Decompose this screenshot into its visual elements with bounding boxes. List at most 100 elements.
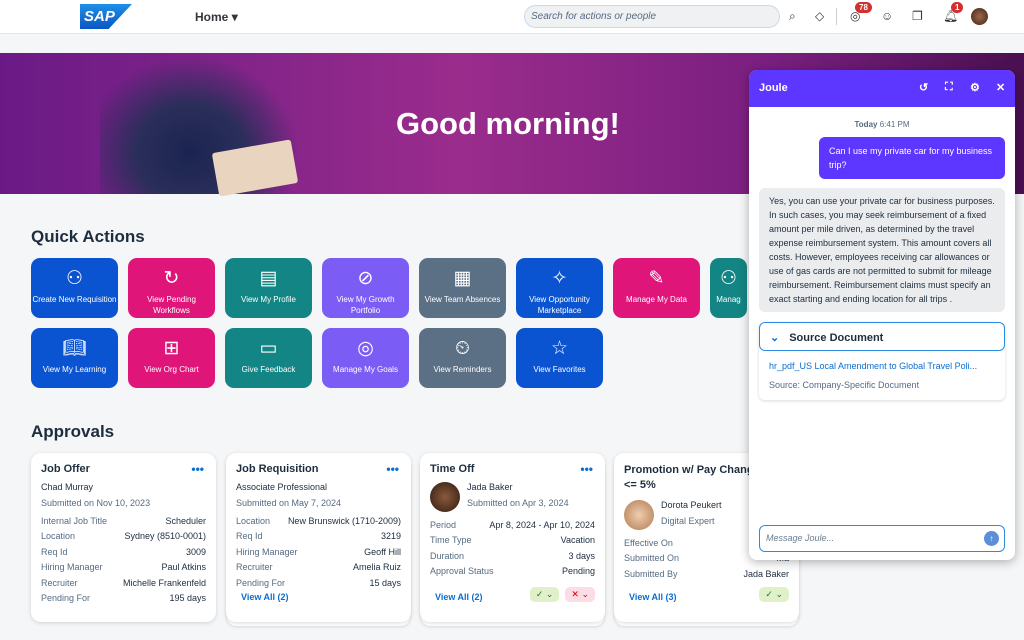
calendar-icon: ▦ — [453, 268, 472, 289]
view-all-link[interactable]: View All (3) — [629, 592, 677, 602]
tile-label: View Reminders — [433, 365, 492, 374]
pending-icon: ↻ — [163, 268, 180, 289]
approval-card-time-off[interactable]: Time Off ••• Jada Baker Submitted on Apr… — [420, 453, 605, 622]
chat-icon[interactable]: ☺ — [881, 9, 893, 23]
detail-label: Hiring Manager — [41, 562, 103, 573]
quick-actions-title: Quick Actions — [31, 227, 145, 246]
detail-value: 195 days — [169, 593, 206, 604]
tile-label: View Opportunity Marketplace — [529, 295, 590, 315]
detail-label: Duration — [430, 550, 465, 561]
quick-action-tile[interactable]: ⚇ Manag — [710, 258, 747, 318]
approval-card-job-requisition[interactable]: Job Requisition ••• Associate Profession… — [226, 453, 411, 622]
card-name: Chad Murray — [41, 482, 94, 492]
history-icon[interactable]: ↺ — [919, 81, 928, 94]
detail-row: Req Id 3009 — [41, 544, 206, 560]
detail-row: Duration 3 days — [430, 548, 595, 564]
quick-action-tile[interactable]: ⏲ View Reminders — [419, 328, 506, 388]
detail-row: Approval Status Pending — [430, 564, 595, 580]
joule-title: Joule — [759, 82, 788, 94]
detail-value: Scheduler — [165, 515, 206, 526]
settings-icon[interactable]: ⚙ — [970, 81, 980, 94]
tile-label: Manage My Goals — [333, 365, 398, 374]
quick-action-tile[interactable]: 📖︎ View My Learning — [31, 328, 118, 388]
search-input[interactable]: Search for actions or people — [524, 5, 780, 28]
home-label: Home — [195, 10, 229, 24]
quick-action-tile[interactable]: ◎ Manage My Goals — [322, 328, 409, 388]
joule-panel: Joule ↺ ⛶ ⚙ ✕ Today 6:41 PM Can I use my… — [749, 70, 1015, 560]
shell-bar: SAP Home ▾ Search for actions or people … — [0, 0, 1024, 34]
tile-label: View Pending Workflows — [147, 295, 196, 315]
detail-row: Hiring Manager Paul Atkins — [41, 560, 206, 576]
more-icon[interactable]: ••• — [191, 462, 204, 476]
edit-user-icon: ✎ — [648, 268, 665, 289]
feedback-icon: ▭ — [259, 338, 278, 359]
detail-label: Recruiter — [41, 577, 78, 588]
avatar — [430, 482, 460, 512]
more-icon[interactable]: ••• — [386, 462, 399, 476]
quick-action-tile[interactable]: ✧ View Opportunity Marketplace — [516, 258, 603, 318]
detail-value: Jada Baker — [743, 568, 789, 579]
message-input[interactable]: Message Joule... ↑ — [759, 525, 1005, 552]
avatar — [624, 500, 654, 530]
quick-action-tile[interactable]: ⊞ View Org Chart — [128, 328, 215, 388]
feedback-icon[interactable]: ❐ — [912, 9, 923, 23]
card-title: Promotion w/ Pay Change <= 5% — [624, 464, 760, 491]
approve-button[interactable]: ✓ ⌄ — [529, 587, 560, 602]
detail-label: Submitted On — [624, 553, 680, 564]
send-icon[interactable]: ↑ — [984, 531, 999, 546]
card-submitted: Submitted on May 7, 2024 — [236, 497, 342, 508]
card-role: Digital Expert — [661, 515, 715, 526]
source-title: Source Document — [789, 332, 884, 344]
greeting: Good morning! — [396, 106, 620, 141]
card-name: Dorota Peukert — [661, 500, 722, 510]
detail-label: Hiring Manager — [236, 546, 298, 557]
source-type: Source: Company-Specific Document — [769, 380, 920, 390]
detail-row: Req Id 3219 — [236, 529, 401, 545]
quick-action-tile[interactable]: ⚇ Create New Requisition — [31, 258, 118, 318]
home-menu[interactable]: Home ▾ — [195, 10, 238, 24]
detail-value: 3 days — [568, 550, 595, 561]
quick-action-tile[interactable]: ▭ Give Feedback — [225, 328, 312, 388]
expand-icon[interactable]: ⛶ — [945, 81, 953, 94]
source-document-toggle[interactable]: ⌄ Source Document — [759, 322, 1005, 351]
notification-badge: 1 — [951, 2, 964, 13]
detail-label: Recruiter — [236, 562, 273, 573]
tile-label: Create New Requisition — [32, 295, 117, 304]
approval-card-job-offer[interactable]: Job Offer ••• Chad Murray Submitted on N… — [31, 453, 216, 622]
quick-action-tile[interactable]: ☆ View Favorites — [516, 328, 603, 388]
tile-label: View Team Absences — [424, 295, 501, 304]
opportunity-icon: ✧ — [551, 268, 568, 289]
user-message: Can I use my private car for my business… — [819, 137, 1005, 179]
tasks-badge: 78 — [855, 2, 872, 13]
detail-label: Req Id — [236, 531, 263, 542]
user-avatar[interactable] — [971, 8, 988, 25]
tile-label: Manag — [716, 295, 741, 304]
sap-logo[interactable]: SAP — [80, 4, 132, 29]
quick-action-tile[interactable]: ⊘ View My Growth Portfolio — [322, 258, 409, 318]
detail-label: Approval Status — [430, 566, 494, 577]
org-chart-icon: ⊞ — [163, 338, 180, 359]
tile-label: View My Growth Portfolio — [336, 295, 395, 315]
view-all-link[interactable]: View All (2) — [435, 592, 483, 602]
detail-row: Hiring Manager Geoff Hill — [236, 544, 401, 560]
detail-value: Amelia Ruiz — [352, 562, 401, 573]
approve-button[interactable]: ✓ ⌄ — [759, 587, 789, 602]
timestamp: Today 6:41 PM — [749, 120, 1015, 129]
joule-header: Joule ↺ ⛶ ⚙ ✕ — [749, 70, 1015, 107]
search-icon[interactable]: ⌕ — [789, 9, 796, 24]
detail-value: Apr 8, 2024 - Apr 10, 2024 — [489, 519, 595, 530]
quick-action-tile[interactable]: ▤ View My Profile — [225, 258, 312, 318]
quick-action-tile[interactable]: ↻ View Pending Workflows — [128, 258, 215, 318]
tile-label: View My Profile — [241, 295, 296, 304]
quick-action-tile[interactable]: ✎ Manage My Data — [613, 258, 700, 318]
reject-button[interactable]: ✕ ⌄ — [565, 587, 595, 602]
detail-label: Time Type — [430, 535, 472, 546]
location-icon[interactable]: ◇ — [815, 9, 824, 23]
source-link[interactable]: hr_pdf_US Local Amendment to Global Trav… — [769, 361, 995, 371]
detail-row: Recruiter Amelia Ruiz — [236, 560, 401, 576]
view-all-link[interactable]: View All (2) — [241, 592, 289, 602]
more-icon[interactable]: ••• — [580, 462, 593, 476]
close-icon[interactable]: ✕ — [996, 81, 1005, 94]
quick-action-tile[interactable]: ▦ View Team Absences — [419, 258, 506, 318]
target-icon: ◎ — [357, 338, 374, 359]
